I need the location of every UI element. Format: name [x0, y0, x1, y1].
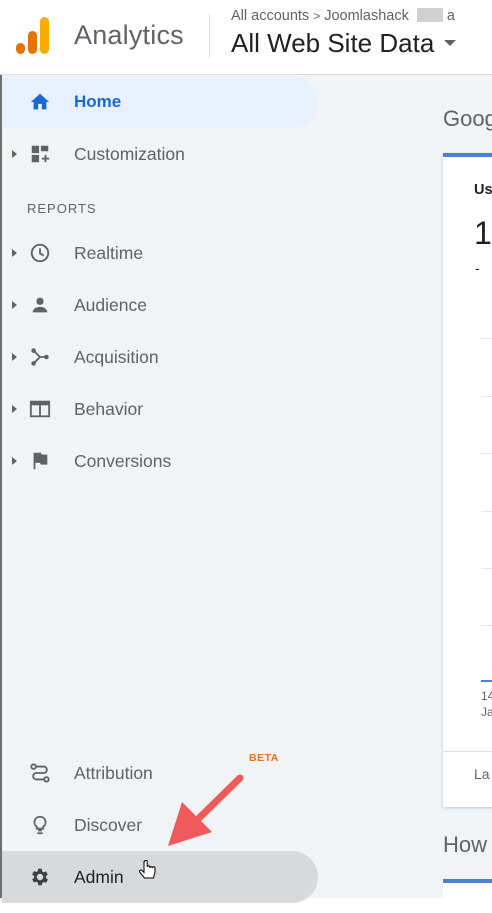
header-divider — [209, 14, 210, 58]
card-divider — [443, 751, 492, 752]
sidebar-item-label: Attribution BETA — [74, 752, 278, 784]
page-title: Goog — [443, 106, 492, 131]
expand-arrow-icon — [12, 353, 17, 361]
clock-icon — [28, 241, 52, 265]
chart-gridline — [481, 625, 492, 626]
second-card — [443, 879, 492, 913]
sidebar-item-realtime[interactable]: Realtime — [2, 227, 318, 279]
sidebar-item-label: Realtime — [74, 242, 144, 263]
card-metric-value: 1 — [474, 215, 492, 251]
sidebar-item-label: Customization — [74, 143, 185, 164]
hand-cursor-icon — [139, 860, 156, 879]
analytics-logo-icon[interactable] — [15, 15, 51, 55]
view-selector[interactable]: All Web Site Data — [231, 28, 457, 59]
acquisition-icon — [28, 345, 52, 369]
expand-arrow-icon — [12, 150, 17, 158]
redacted-text — [416, 8, 443, 22]
app-brand: Analytics — [74, 20, 184, 50]
expand-arrow-icon — [12, 301, 17, 309]
lightbulb-icon — [28, 813, 52, 837]
attribution-label: Attribution — [74, 762, 153, 783]
sidebar-item-label: Acquisition — [74, 346, 159, 367]
card-metric-delta: - — [475, 260, 480, 276]
sidebar-item-acquisition[interactable]: Acquisition — [2, 331, 318, 383]
chart-baseline — [481, 680, 492, 682]
card-metric-tab[interactable]: Us — [474, 182, 492, 198]
gear-icon — [28, 865, 52, 889]
sidebar-item-admin[interactable]: Admin — [2, 851, 318, 903]
flag-icon — [28, 449, 52, 473]
sidebar-item-audience[interactable]: Audience — [2, 279, 318, 331]
breadcrumb-tail: a — [446, 8, 455, 24]
sidebar-item-label: Admin — [74, 866, 124, 887]
expand-arrow-icon — [12, 457, 17, 465]
sidebar-item-attribution[interactable]: Attribution BETA — [2, 747, 318, 799]
chart-gridline — [481, 511, 492, 512]
breadcrumb[interactable]: All accounts > Joomlashack a — [231, 8, 455, 24]
chart-gridline — [481, 338, 492, 339]
sidebar-item-home[interactable]: Home — [2, 76, 318, 128]
sidebar-item-customization[interactable]: Customization — [2, 128, 318, 180]
card-footer-link[interactable]: La — [474, 766, 490, 782]
section-title: How — [443, 832, 488, 857]
sidebar-nav: Home Customization REPORTS Realtime Audi… — [2, 75, 430, 903]
attribution-icon — [28, 761, 52, 785]
dashboard-icon — [28, 142, 52, 166]
sidebar-item-discover[interactable]: Discover — [2, 799, 318, 851]
chart-gridline — [481, 568, 492, 569]
chart-gridline — [481, 396, 492, 397]
x-axis-tick: Ja — [481, 705, 492, 719]
expand-arrow-icon — [12, 405, 17, 413]
sidebar-item-conversions[interactable]: Conversions — [2, 435, 318, 487]
app-header: Analytics All accounts > Joomlashack a All … — [0, 0, 492, 75]
person-icon — [28, 293, 52, 317]
section-label-reports: REPORTS — [27, 201, 97, 216]
chart-gridline — [481, 453, 492, 454]
home-icon — [28, 90, 52, 114]
sidebar-item-label: Behavior — [74, 398, 144, 419]
sidebar-item-label: Conversions — [74, 450, 172, 471]
beta-badge: BETA — [249, 751, 279, 764]
breadcrumb-root[interactable]: All accounts — [231, 8, 309, 24]
breadcrumb-separator: > — [313, 9, 321, 23]
sidebar-item-label: Discover — [74, 814, 143, 835]
sidebar-item-label: Home — [74, 92, 122, 111]
behavior-icon — [28, 397, 52, 421]
expand-arrow-icon — [12, 249, 17, 257]
caret-down-icon — [444, 40, 457, 46]
sidebar-item-behavior[interactable]: Behavior — [2, 383, 318, 435]
view-name: All Web Site Data — [231, 28, 435, 58]
sidebar-item-label: Audience — [74, 294, 147, 315]
x-axis-tick: 14 — [481, 689, 492, 703]
breadcrumb-account[interactable]: Joomlashack — [324, 8, 409, 24]
